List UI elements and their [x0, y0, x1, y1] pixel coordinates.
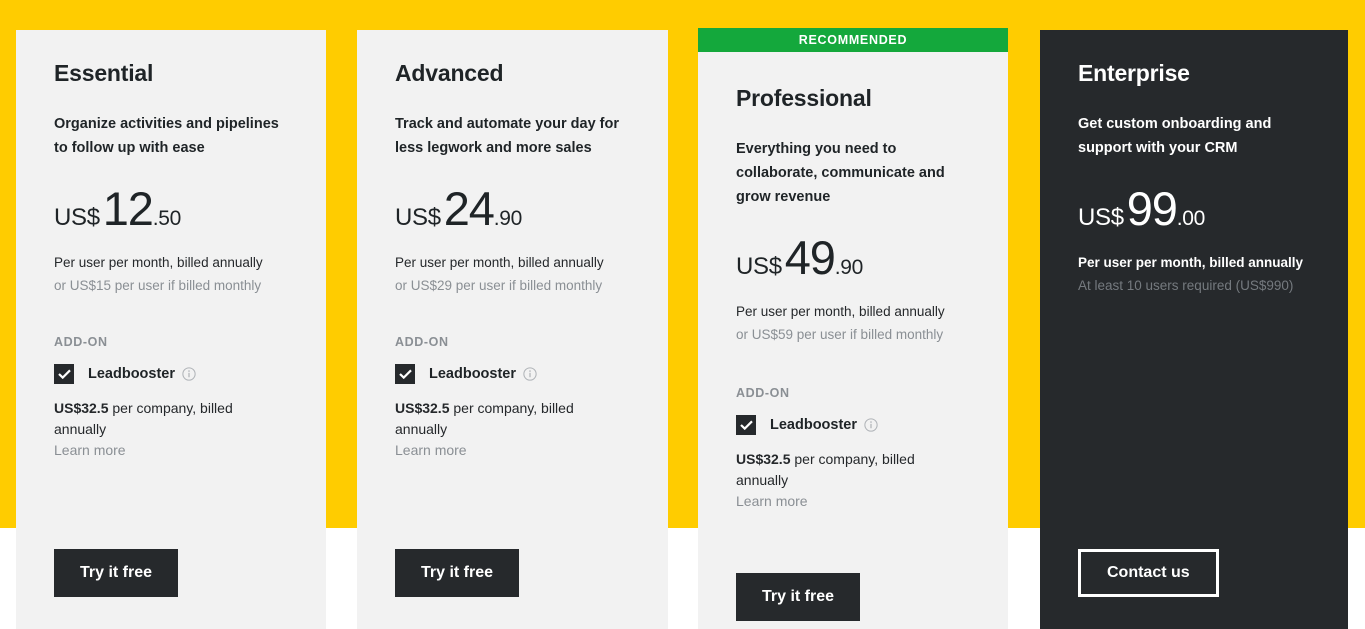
checkmark-icon: [739, 420, 753, 430]
addon-price: US$32.5 per company, billed annually: [736, 449, 936, 492]
checkmark-icon: [398, 369, 412, 379]
addon-name: Leadbooster: [88, 365, 176, 382]
addon-price-amount: US$32.5: [736, 450, 791, 467]
price-cents: .90: [834, 255, 864, 279]
addon-block: ADD-ON Leadbooster US$32.5 per company, …: [54, 335, 288, 458]
info-circle-icon[interactable]: [182, 367, 196, 381]
plan-card-essential: Essential Organize activities and pipeli…: [16, 30, 326, 629]
learn-more-link[interactable]: Learn more: [395, 442, 630, 458]
billing-secondary-text: At least 10 users required (US$990): [1078, 277, 1294, 293]
plan-name: Professional: [736, 85, 872, 111]
try-it-free-button[interactable]: Try it free: [395, 549, 520, 597]
addon-choice-row[interactable]: Leadbooster: [54, 363, 288, 384]
addon-block: ADD-ON Leadbooster US$32.5 per company, …: [736, 386, 970, 509]
plan-price: US$ 12 .50: [54, 185, 288, 232]
plan-card-content: Professional Everything you need to coll…: [698, 52, 1008, 629]
plan-tagline: Get custom onboarding and support with y…: [1078, 116, 1272, 156]
billing-primary-text: Per user per month, billed annually: [1078, 254, 1304, 270]
price-currency: US$: [54, 203, 100, 231]
info-circle-icon[interactable]: [864, 417, 878, 432]
plan-price: US$ 99 .00: [1078, 185, 1310, 232]
plan-card-enterprise: Enterprise Get custom onboarding and sup…: [1040, 30, 1348, 629]
try-it-free-button[interactable]: Try it free: [736, 573, 861, 621]
billing-secondary-text: or US$59 per user if billed monthly: [736, 326, 944, 342]
plan-name: Advanced: [395, 60, 504, 86]
plan-card-content: Advanced Track and automate your day for…: [357, 30, 668, 629]
addon-checkbox[interactable]: [54, 363, 74, 384]
price-cents: .00: [1176, 206, 1206, 230]
addon-price: US$32.5 per company, billed annually: [395, 398, 595, 441]
addon-price-amount: US$32.5: [395, 399, 450, 416]
plan-price: US$ 49 .90: [736, 234, 970, 281]
price-currency: US$: [736, 252, 782, 280]
learn-more-link[interactable]: Learn more: [736, 493, 970, 509]
plan-tagline: Everything you need to collaborate, comm…: [736, 141, 945, 205]
addon-label: ADD-ON: [54, 334, 108, 349]
plan-price: US$ 24 .90: [395, 185, 630, 232]
billing-secondary-text: or US$15 per user if billed monthly: [54, 277, 262, 293]
plan-name: Essential: [54, 60, 154, 86]
plan-card-professional: RECOMMENDED Professional Everything you …: [698, 28, 1008, 629]
addon-label: ADD-ON: [736, 385, 790, 400]
addon-choice-row[interactable]: Leadbooster: [736, 414, 970, 435]
info-circle-icon[interactable]: [523, 367, 537, 381]
addon-checkbox[interactable]: [395, 363, 415, 384]
addon-checkbox[interactable]: [736, 414, 756, 435]
learn-more-link[interactable]: Learn more: [54, 442, 288, 458]
price-whole: 24: [443, 181, 495, 235]
plan-card-content: Enterprise Get custom onboarding and sup…: [1040, 30, 1348, 629]
try-it-free-button[interactable]: Try it free: [54, 549, 179, 597]
plan-card-advanced: Advanced Track and automate your day for…: [357, 30, 668, 629]
addon-name: Leadbooster: [429, 365, 517, 382]
price-currency: US$: [1078, 203, 1124, 231]
price-whole: 49: [784, 230, 836, 284]
billing-primary-text: Per user per month, billed annually: [54, 254, 263, 270]
billing-primary-text: Per user per month, billed annually: [736, 303, 945, 319]
plan-name: Enterprise: [1078, 60, 1190, 86]
addon-choice-row[interactable]: Leadbooster: [395, 363, 630, 384]
checkmark-icon: [57, 369, 71, 379]
price-whole: 12: [102, 181, 154, 235]
billing-secondary-text: or US$29 per user if billed monthly: [395, 277, 603, 293]
addon-label: ADD-ON: [395, 334, 449, 349]
recommended-badge: RECOMMENDED: [698, 28, 1008, 52]
price-whole: 99: [1126, 181, 1178, 235]
billing-primary-text: Per user per month, billed annually: [395, 254, 604, 270]
addon-price: US$32.5 per company, billed annually: [54, 398, 254, 441]
plan-card-content: Essential Organize activities and pipeli…: [16, 30, 326, 629]
plan-tagline: Track and automate your day for less leg…: [395, 116, 620, 156]
price-cents: .90: [493, 206, 523, 230]
price-currency: US$: [395, 203, 441, 231]
addon-block: ADD-ON Leadbooster US$32.5 per company, …: [395, 335, 630, 458]
plan-tagline: Organize activities and pipelines to fol…: [54, 116, 279, 156]
addon-name: Leadbooster: [770, 416, 858, 433]
price-cents: .50: [152, 206, 182, 230]
contact-us-button[interactable]: Contact us: [1078, 549, 1219, 597]
addon-price-amount: US$32.5: [54, 399, 109, 416]
